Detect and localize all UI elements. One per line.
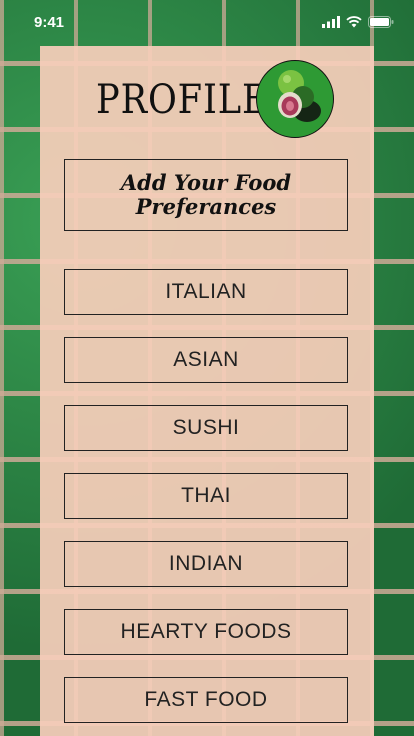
food-option-indian[interactable]: INDIAN: [64, 541, 348, 587]
status-icons: [322, 16, 394, 28]
food-option-thai[interactable]: THAI: [64, 473, 348, 519]
page-title: PROFILE: [96, 77, 269, 123]
status-bar: 9:41: [0, 0, 414, 44]
food-option-italian[interactable]: ITALIAN: [64, 269, 348, 315]
food-option-asian[interactable]: ASIAN: [64, 337, 348, 383]
fig-icon: [257, 70, 333, 137]
food-preferences-heading: Add Your Food Preferances: [64, 159, 348, 231]
battery-icon: [368, 16, 394, 28]
food-option-sushi[interactable]: SUSHI: [64, 405, 348, 451]
signal-icon: [322, 16, 340, 28]
profile-panel: PROFILE Add Your Food Preferances ITALIA…: [40, 46, 374, 736]
wifi-icon: [346, 16, 362, 28]
food-option-fast-food[interactable]: FAST FOOD: [64, 677, 348, 723]
profile-header: PROFILE: [40, 60, 374, 140]
food-option-hearty-foods[interactable]: HEARTY FOODS: [64, 609, 348, 655]
status-time: 9:41: [34, 13, 65, 31]
avatar[interactable]: [256, 60, 334, 138]
